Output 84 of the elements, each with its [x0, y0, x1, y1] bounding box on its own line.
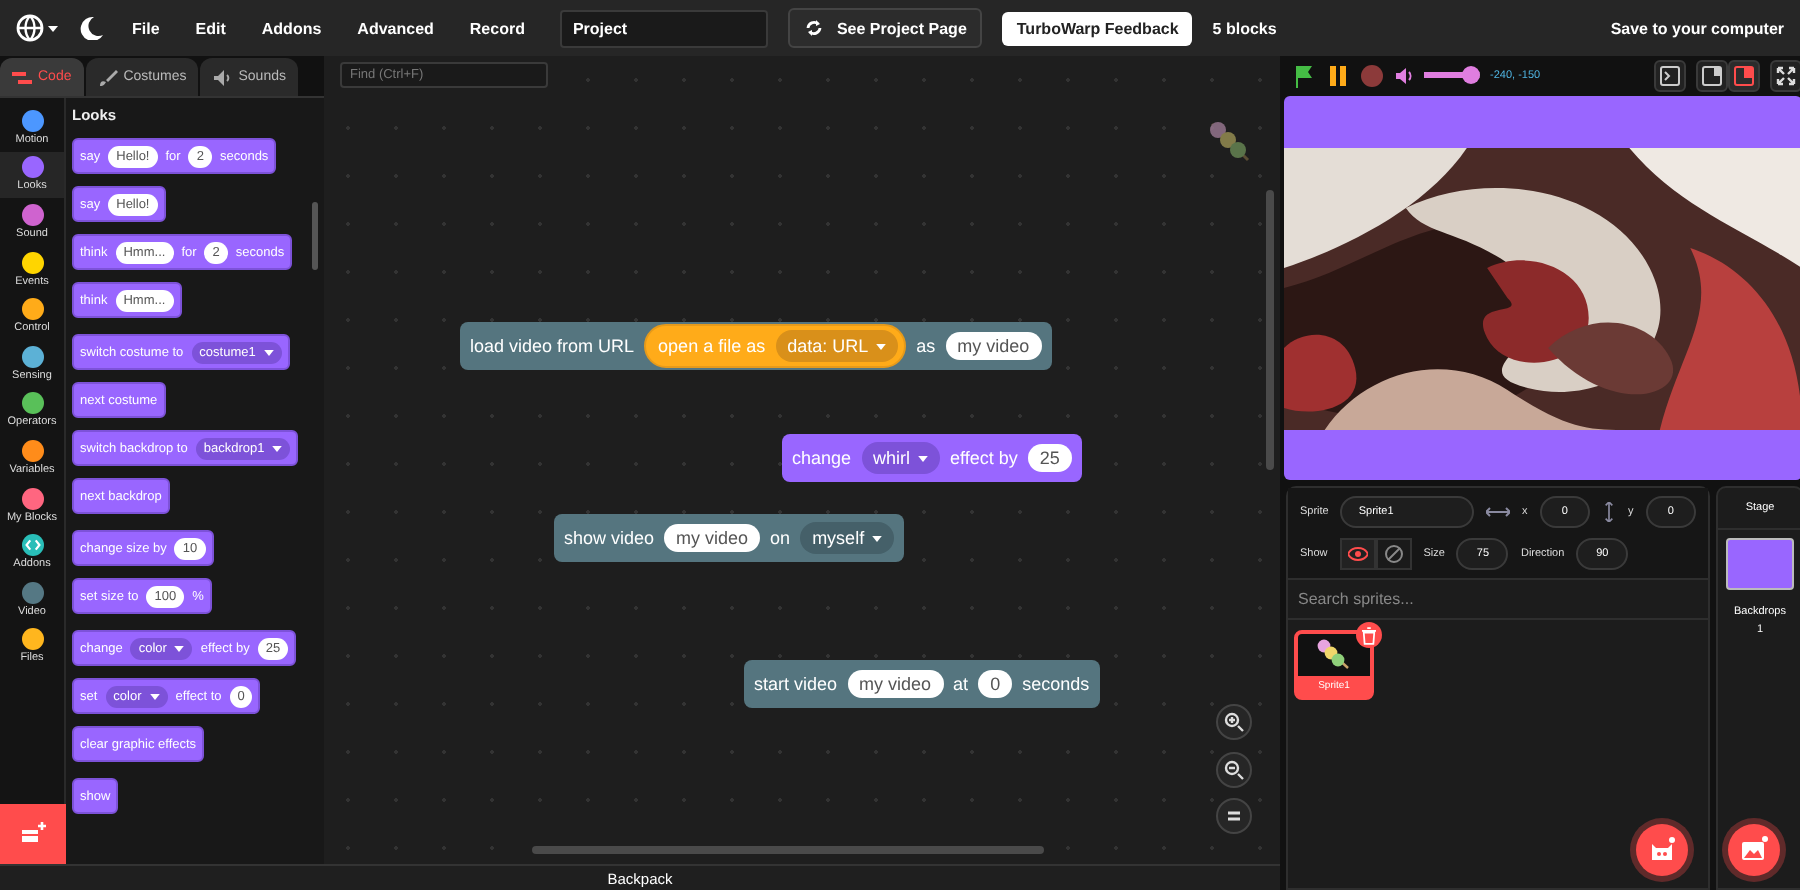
block-label: show video — [564, 528, 655, 548]
extension-icon — [19, 820, 47, 848]
eye-icon — [1347, 544, 1368, 564]
layout-icon — [1702, 65, 1722, 85]
stage[interactable] — [1284, 96, 1800, 480]
block-label: seconds — [1022, 674, 1090, 694]
caret-icon — [876, 343, 887, 349]
caret-icon — [918, 455, 929, 461]
hidden-eye-icon — [1383, 544, 1404, 564]
add-extension-button[interactable] — [0, 804, 66, 864]
fullscreen-button[interactable] — [1770, 59, 1800, 91]
hide-button[interactable] — [1375, 538, 1412, 570]
scrollbar[interactable] — [1266, 190, 1274, 470]
block-label: load video from URL — [470, 336, 635, 356]
block-input[interactable]: 0 — [978, 670, 1013, 698]
terminal-icon — [1660, 65, 1680, 85]
equals-icon — [1224, 806, 1244, 826]
backdrop-thumbnail[interactable] — [1726, 538, 1794, 590]
brush-icon — [97, 67, 118, 87]
scrollbar[interactable] — [312, 202, 318, 270]
slider-thumb[interactable] — [1462, 66, 1481, 84]
caret-icon — [149, 693, 160, 699]
block-label: open a file as — [658, 336, 766, 356]
stage-size-button[interactable] — [1696, 59, 1728, 91]
flag-icon[interactable] — [1292, 63, 1316, 87]
caret-icon — [872, 535, 883, 541]
block-input[interactable]: 25 — [1027, 444, 1072, 472]
console-button[interactable] — [1654, 59, 1686, 91]
block-dropdown[interactable]: whirl — [861, 442, 941, 474]
fullscreen-icon — [1776, 65, 1796, 85]
skewer-icon — [1204, 116, 1252, 164]
project-title-field[interactable]: Project — [560, 9, 769, 47]
block-label: start video — [754, 674, 838, 694]
layout-icon — [1734, 65, 1754, 85]
speaker-icon — [212, 67, 233, 87]
save-link[interactable]: Save to your computer — [1610, 19, 1784, 37]
code-block[interactable]: show video my video on myself — [554, 514, 905, 562]
zoom-in-button[interactable] — [1216, 704, 1252, 740]
menu-item[interactable]: Addons — [253, 19, 330, 37]
code-block[interactable]: start video my video at 0 seconds — [744, 660, 1100, 708]
cat-icon — [1648, 836, 1676, 864]
zoom-reset-button[interactable] — [1216, 798, 1252, 834]
menu-item[interactable]: Advanced — [349, 19, 442, 37]
menu-item[interactable]: Record — [461, 19, 533, 37]
block-count: 5 blocks — [1212, 19, 1277, 37]
refresh-icon — [804, 18, 825, 38]
block-label: change — [792, 448, 852, 468]
menu-item[interactable]: Edit — [187, 19, 234, 37]
block-label: as — [916, 336, 936, 356]
see-project-page-button[interactable]: See Project Page — [788, 8, 983, 48]
stage-size-button[interactable] — [1728, 59, 1760, 91]
moon-icon[interactable] — [80, 16, 104, 40]
block-input[interactable]: my video — [945, 332, 1042, 360]
block-label: effect by — [950, 448, 1018, 468]
zoom-out-button[interactable] — [1216, 752, 1252, 788]
menu-item[interactable]: File — [124, 19, 168, 37]
add-sprite-button[interactable] — [1636, 824, 1688, 876]
caret-icon — [174, 645, 185, 651]
feedback-button[interactable]: TurboWarp Feedback — [1002, 11, 1193, 45]
code-block[interactable]: load video from URL open a file as data: URL as my video — [460, 322, 1052, 370]
trash-icon — [1362, 625, 1376, 645]
block-label: at — [953, 674, 969, 694]
add-backdrop-button[interactable] — [1728, 824, 1780, 876]
scrollbar[interactable] — [532, 846, 1044, 854]
caret-icon — [263, 349, 274, 355]
block-input[interactable]: my video — [847, 670, 944, 698]
code-icon — [12, 67, 32, 87]
show-button[interactable] — [1339, 538, 1376, 570]
zoom-in-icon — [1224, 712, 1244, 732]
block-dropdown[interactable]: myself — [800, 522, 895, 554]
zoom-out-icon — [1224, 760, 1244, 780]
code-block[interactable]: change whirl effect by 25 — [782, 434, 1082, 482]
pause-icon[interactable] — [1326, 63, 1350, 87]
block-input[interactable]: my video — [664, 524, 761, 552]
search-field[interactable]: Search sprites... — [1288, 578, 1708, 620]
block-label: on — [770, 528, 791, 548]
image-icon — [1740, 836, 1768, 864]
stop-icon[interactable] — [1360, 63, 1384, 87]
volume-icon — [1394, 65, 1414, 85]
caret-icon — [272, 445, 283, 451]
volume-slider[interactable] — [1424, 66, 1480, 84]
vertical-arrows-icon — [1602, 502, 1616, 522]
globe-icon[interactable] — [16, 14, 60, 42]
delete-button[interactable] — [1356, 622, 1382, 648]
